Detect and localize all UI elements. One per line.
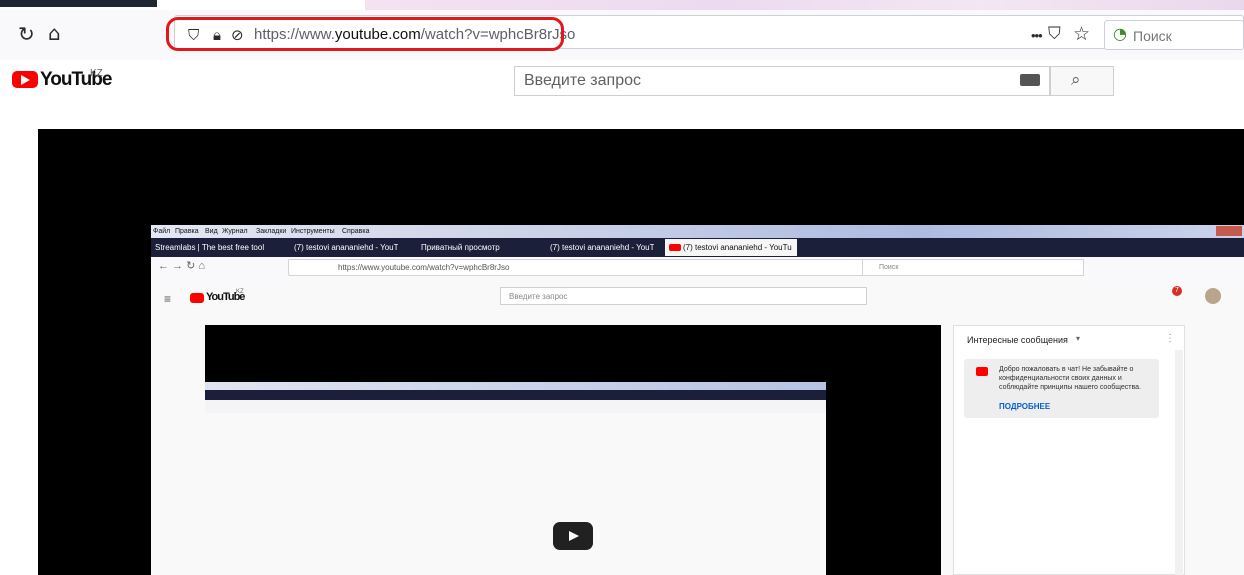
inner-nested-tab-strip: [205, 390, 826, 400]
bookmark-star-icon[interactable]: ☆: [1073, 24, 1090, 44]
search-icon: ⌕: [1071, 70, 1081, 90]
nested-nav-arrows-icon: ← → ↻ ⌂: [158, 260, 206, 272]
nested-youtube-favicon: [669, 244, 681, 251]
url-highlight-annotation: [166, 17, 564, 51]
nested-tab-active: (7) testovi anananiehd - YouTu: [665, 239, 797, 256]
nested-tab: (7) testovi anananiehd - YouTub: [294, 243, 398, 252]
more-vert-icon: ⋮: [1165, 333, 1175, 344]
nested-menu-help: Справка: [342, 228, 370, 235]
nested-tab: (7) testovi anananiehd - YouTub: [550, 243, 654, 252]
youtube-search-button[interactable]: [1050, 66, 1114, 96]
window-top-gradient: [365, 0, 1244, 10]
nested-chat-message: Добро пожаловать в чат! Не забывайте о к…: [999, 366, 1141, 391]
inner-nested-menu-bar: [205, 382, 826, 390]
nested-avatar: [1205, 288, 1221, 304]
nested-notification-badge: 7: [1172, 286, 1182, 296]
reload-icon[interactable]: ↻: [18, 24, 35, 44]
nested-menu-tools: Инструменты: [291, 228, 335, 235]
play-icon: [569, 531, 579, 541]
search-engine-icon: ◔: [1113, 24, 1127, 43]
inner-nested-page: [205, 413, 826, 575]
chevron-down-icon: ▾: [1076, 334, 1081, 343]
youtube-search-placeholder: Введите запрос: [524, 72, 641, 89]
home-icon[interactable]: ⌂: [48, 23, 61, 43]
nested-youtube-logo-icon: [190, 293, 204, 303]
pocket-icon[interactable]: ⛉: [1048, 24, 1061, 44]
nested-chat-youtube-icon: [976, 367, 988, 376]
keyboard-icon[interactable]: [1020, 74, 1040, 86]
nested-chat-link: ПОДРОБНЕЕ: [999, 402, 1051, 411]
nested-chat-title: Интересные сообщения: [967, 335, 1068, 345]
nested-yt-search-placeholder: Введите запрос: [509, 292, 568, 301]
nested-hamburger-icon: ≡: [164, 292, 172, 306]
nested-menu-file: Файл: [153, 228, 171, 235]
nested-tab: Streamlabs | The best free tool: [155, 243, 265, 252]
nested-menu-edit: Правка: [175, 228, 199, 235]
window-top-strip: [0, 0, 157, 7]
nested-window-close-icon: [1216, 226, 1242, 236]
nested-menu-bookmarks: Закладки: [256, 228, 287, 235]
nested-url-text: https://www.youtube.com/watch?v=wphcBr8r…: [338, 263, 510, 272]
nested-tab: Приватный просмотр: [421, 243, 500, 252]
browser-search-placeholder: Поиск: [1133, 28, 1172, 44]
nested-chat-scrollbar: [1175, 350, 1183, 575]
page-actions-menu-icon[interactable]: •••: [1031, 28, 1043, 43]
nested-menu-history: Журнал: [222, 228, 248, 235]
nested-menu-view: Вид: [205, 228, 218, 235]
youtube-play-glyph: [21, 75, 30, 85]
region-code: KZ: [90, 68, 103, 79]
nested-search-placeholder: Поиск: [879, 264, 899, 271]
inner-nested-toolbar: [205, 400, 826, 413]
nested-region-code: KZ: [236, 289, 244, 295]
